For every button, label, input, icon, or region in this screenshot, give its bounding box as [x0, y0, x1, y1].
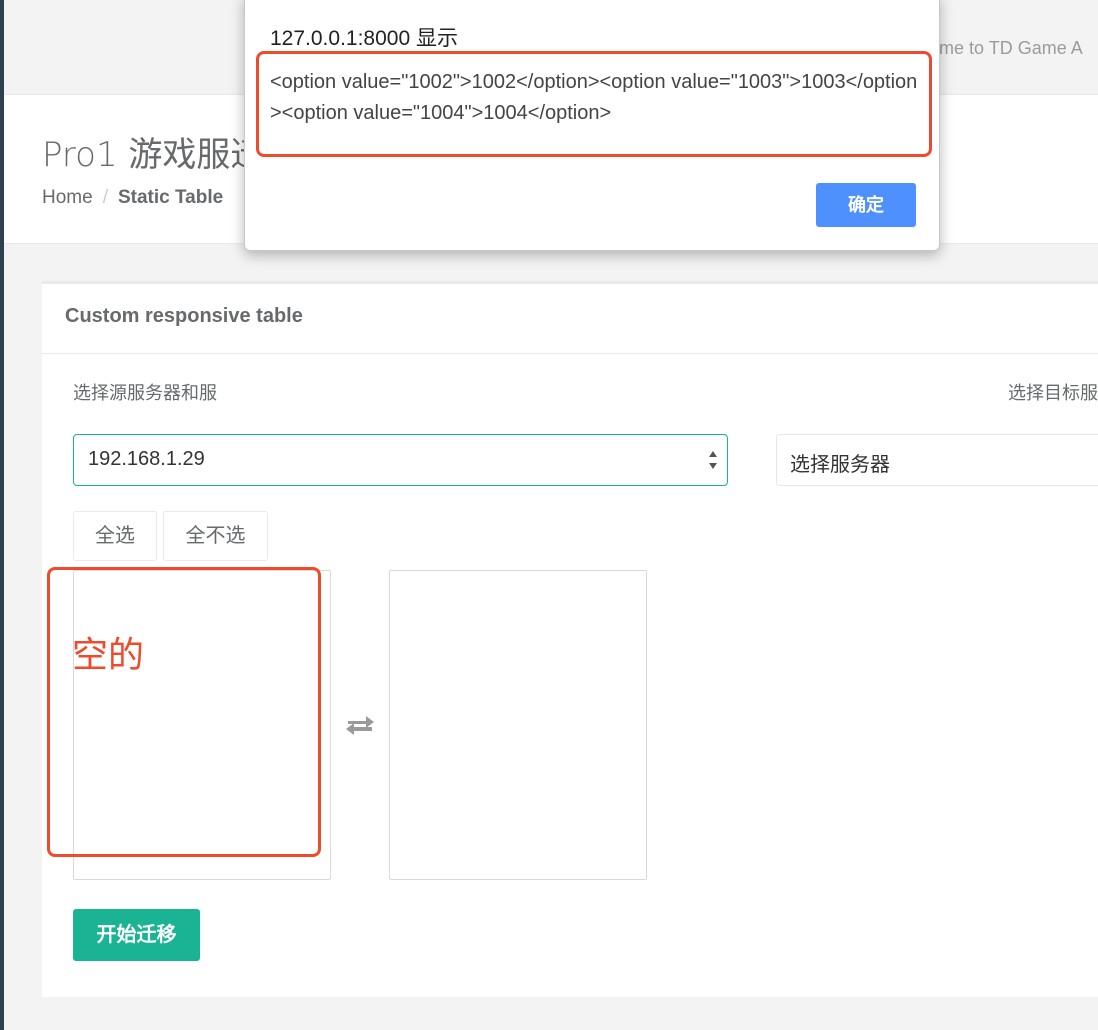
start-migration-button[interactable]: 开始迁移: [73, 909, 200, 961]
annotation-label: 空的: [72, 635, 145, 676]
select-none-button[interactable]: 全不选: [163, 511, 268, 561]
annotation-highlight-box: [47, 567, 321, 857]
breadcrumb: Home / Static Table: [42, 187, 223, 209]
alert-ok-button[interactable]: 确定: [816, 183, 916, 227]
alert-title: 127.0.0.1:8000 显示: [270, 27, 458, 50]
panel-title: Custom responsive table: [42, 284, 1098, 354]
source-server-label: 选择源服务器和服: [73, 383, 217, 403]
select-all-button[interactable]: 全选: [73, 511, 157, 561]
exchange-arrows-icon[interactable]: [342, 712, 378, 738]
target-game-server-list[interactable]: [389, 570, 647, 880]
source-server-select[interactable]: 192.168.1.29: [73, 434, 728, 486]
browser-alert-dialog: 127.0.0.1:8000 显示 <option value="1002">1…: [244, 0, 940, 251]
welcome-message: me to TD Game A: [939, 38, 1083, 58]
select-up-down-arrows-icon: [709, 451, 717, 469]
alert-message-highlight-box: [256, 51, 932, 157]
target-server-placeholder: 选择服务器: [790, 454, 890, 476]
breadcrumb-separator: /: [102, 187, 108, 208]
breadcrumb-current: Static Table: [117, 187, 224, 208]
source-server-value: 192.168.1.29: [88, 448, 205, 470]
target-server-label: 选择目标服: [1008, 383, 1098, 403]
page-title: Pro1 游戏服迁: [42, 135, 265, 175]
breadcrumb-home-link[interactable]: Home: [42, 187, 93, 208]
target-server-select[interactable]: 选择服务器: [776, 434, 1098, 486]
